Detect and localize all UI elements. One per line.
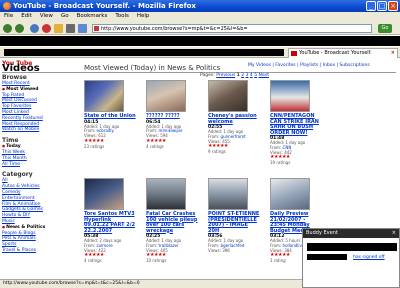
video-card: State of the Union 04:15 Added: 1 day ago F… (84, 80, 144, 149)
video-card: POINT ST-ETIENNE (PRESIDENTIELLE 2007) -… (208, 178, 268, 253)
rating-count: 9 ratings (208, 149, 226, 155)
redacted-buddy-id (307, 254, 347, 260)
address-text: http://www.youtube.com/browse?s=mp&t=&c=… (101, 26, 248, 32)
reload-icon[interactable] (30, 24, 39, 33)
video-card: Fatal Car Crashes 100 vehicle pileup ove… (146, 178, 206, 263)
sidebar: Browse Most RecentMost ViewedTop RatedMo… (2, 74, 78, 254)
navigation-toolbar: http://www.youtube.com/browse?s=mp&t=&c=… (0, 22, 400, 35)
page-favicon-icon (94, 26, 99, 31)
time-item[interactable]: All Time (2, 162, 78, 168)
home-icon[interactable] (54, 24, 63, 33)
pager-next[interactable]: Next (259, 73, 269, 78)
rating-count: 4 ratings (146, 143, 164, 149)
browse-heading: Browse (2, 74, 27, 81)
status-text: http://www.youtube.com/browse?s=mp&t=t&c… (3, 281, 140, 286)
window-title: YouTube - Broadcast Yourself. - Mozilla … (13, 2, 196, 10)
video-thumbnail[interactable] (146, 80, 186, 112)
browse-list: Most RecentMost ViewedTop RatedMost Disc… (2, 81, 78, 133)
pages-label: Pages: (200, 73, 215, 78)
redacted-buddy-name (307, 243, 397, 251)
menu-help[interactable]: Help (133, 12, 154, 20)
stop-icon[interactable] (42, 24, 51, 33)
menu-view[interactable]: View (36, 12, 57, 20)
pagination: Pages: Previous 1 2 3 4 5 Next (200, 73, 269, 78)
browse-item[interactable]: Watch on Mobile (2, 127, 78, 133)
video-thumbnail[interactable] (270, 80, 310, 112)
pager-2[interactable]: 2 (241, 73, 244, 78)
signed-off-text: has signed off (353, 255, 385, 260)
pager-3[interactable]: 3 (246, 73, 249, 78)
buddy-close-icon[interactable]: × (392, 230, 396, 236)
window-titlebar: YouTube - Broadcast Yourself. - Mozilla … (0, 0, 400, 12)
category-heading: Category (2, 171, 33, 179)
menu-file[interactable]: File (0, 12, 17, 20)
redacted-tabs (4, 49, 284, 56)
video-thumbnail[interactable] (84, 80, 124, 112)
menu-bar: File Edit View Go Bookmarks Tools Help (0, 12, 400, 22)
video-thumbnail[interactable] (146, 178, 186, 210)
pager-5[interactable]: 5 (254, 73, 257, 78)
video-title-link[interactable]: CNN/PENTAGON CAN STRIKE IRAN SAHR ON BUS… (270, 113, 322, 136)
video-title-link[interactable]: Cheney's passion welcome (208, 113, 260, 125)
pager-4[interactable]: 4 (250, 73, 253, 78)
tab-label: YouTube - Broadcast Yourself. (299, 50, 372, 56)
close-button[interactable]: × (388, 1, 398, 11)
buddy-panel-titlebar: Buddy Event × (303, 229, 399, 238)
forward-icon[interactable] (15, 24, 24, 33)
video-card: CNN/PENTAGON CAN STRIKE IRAN SAHR ON BUS… (270, 80, 330, 165)
video-title-link[interactable]: Fatal Car Crashes 100 vehicle pileup ove… (146, 211, 198, 234)
menu-go[interactable]: Go (57, 12, 73, 20)
menu-tools[interactable]: Tools (111, 12, 133, 20)
pager-current: 1 (236, 73, 240, 78)
address-bar[interactable]: http://www.youtube.com/browse?s=mp&t=&c=… (92, 24, 372, 33)
video-views: Views: 396 (208, 247, 230, 253)
firefox-icon (3, 2, 11, 10)
video-thumbnail[interactable] (270, 178, 310, 210)
video-card: Cheney's passion welcome 02:55 Added: 1 da… (208, 80, 268, 154)
video-thumbnail[interactable] (208, 80, 248, 112)
menu-edit[interactable]: Edit (17, 12, 36, 20)
tab-close-icon[interactable]: × (391, 50, 395, 56)
minimize-button[interactable]: _ (366, 1, 376, 11)
history-icon[interactable] (66, 24, 75, 33)
go-button[interactable]: Go (378, 24, 392, 33)
buddy-panel-title: Buddy Event (306, 230, 338, 236)
status-bar: http://www.youtube.com/browse?s=mp&t=t&c… (0, 279, 302, 288)
video-title-link[interactable]: State of the Union (84, 113, 136, 120)
account-links[interactable]: My Videos | Favorites | Playlists | Inbo… (248, 63, 370, 68)
video-card: ?????? ????? 06:54 Added: 1 day ago From: m… (146, 80, 206, 149)
category-list: All Autos & Vehicles Comedy Entertainment Fi… (2, 178, 78, 253)
rating-count: 23 ratings (84, 143, 105, 149)
buddy-event-panel: Buddy Event × has signed off (302, 228, 400, 288)
maximize-button[interactable]: □ (377, 1, 387, 11)
video-title-link[interactable]: Tore Santos MTV3 Hyperlink 09.01.22 PART… (84, 211, 136, 234)
back-icon[interactable] (3, 24, 12, 33)
rating-count: 19 ratings (270, 160, 291, 166)
pager-previous[interactable]: Previous (216, 73, 235, 78)
video-thumbnail[interactable] (208, 178, 248, 210)
time-list: TodayThis WeekThis MonthAll Time (2, 144, 78, 167)
youtube-favicon-icon (291, 51, 297, 56)
divider (2, 72, 396, 73)
video-thumbnail[interactable] (84, 178, 124, 210)
video-title-link[interactable]: POINT ST-ETIENNE (PRESIDENTIELLE 2007) -… (208, 211, 260, 234)
tab-youtube[interactable]: YouTube - Broadcast Yourself. × (288, 48, 398, 58)
redacted-toolbar (0, 41, 400, 46)
rating-count: 10 ratings (146, 258, 167, 264)
rating-count: 4 ratings (84, 258, 102, 264)
menu-bookmarks[interactable]: Bookmarks (73, 12, 112, 20)
mail-icon[interactable] (78, 24, 87, 33)
category-item[interactable]: Travel & Places (2, 248, 78, 254)
tab-strip: YouTube - Broadcast Yourself. × (0, 47, 400, 58)
section-title: Most Viewed (Today) in News & Politics (84, 64, 221, 72)
video-card: Tore Santos MTV3 Hyperlink 09.01.22 PART… (84, 178, 144, 263)
